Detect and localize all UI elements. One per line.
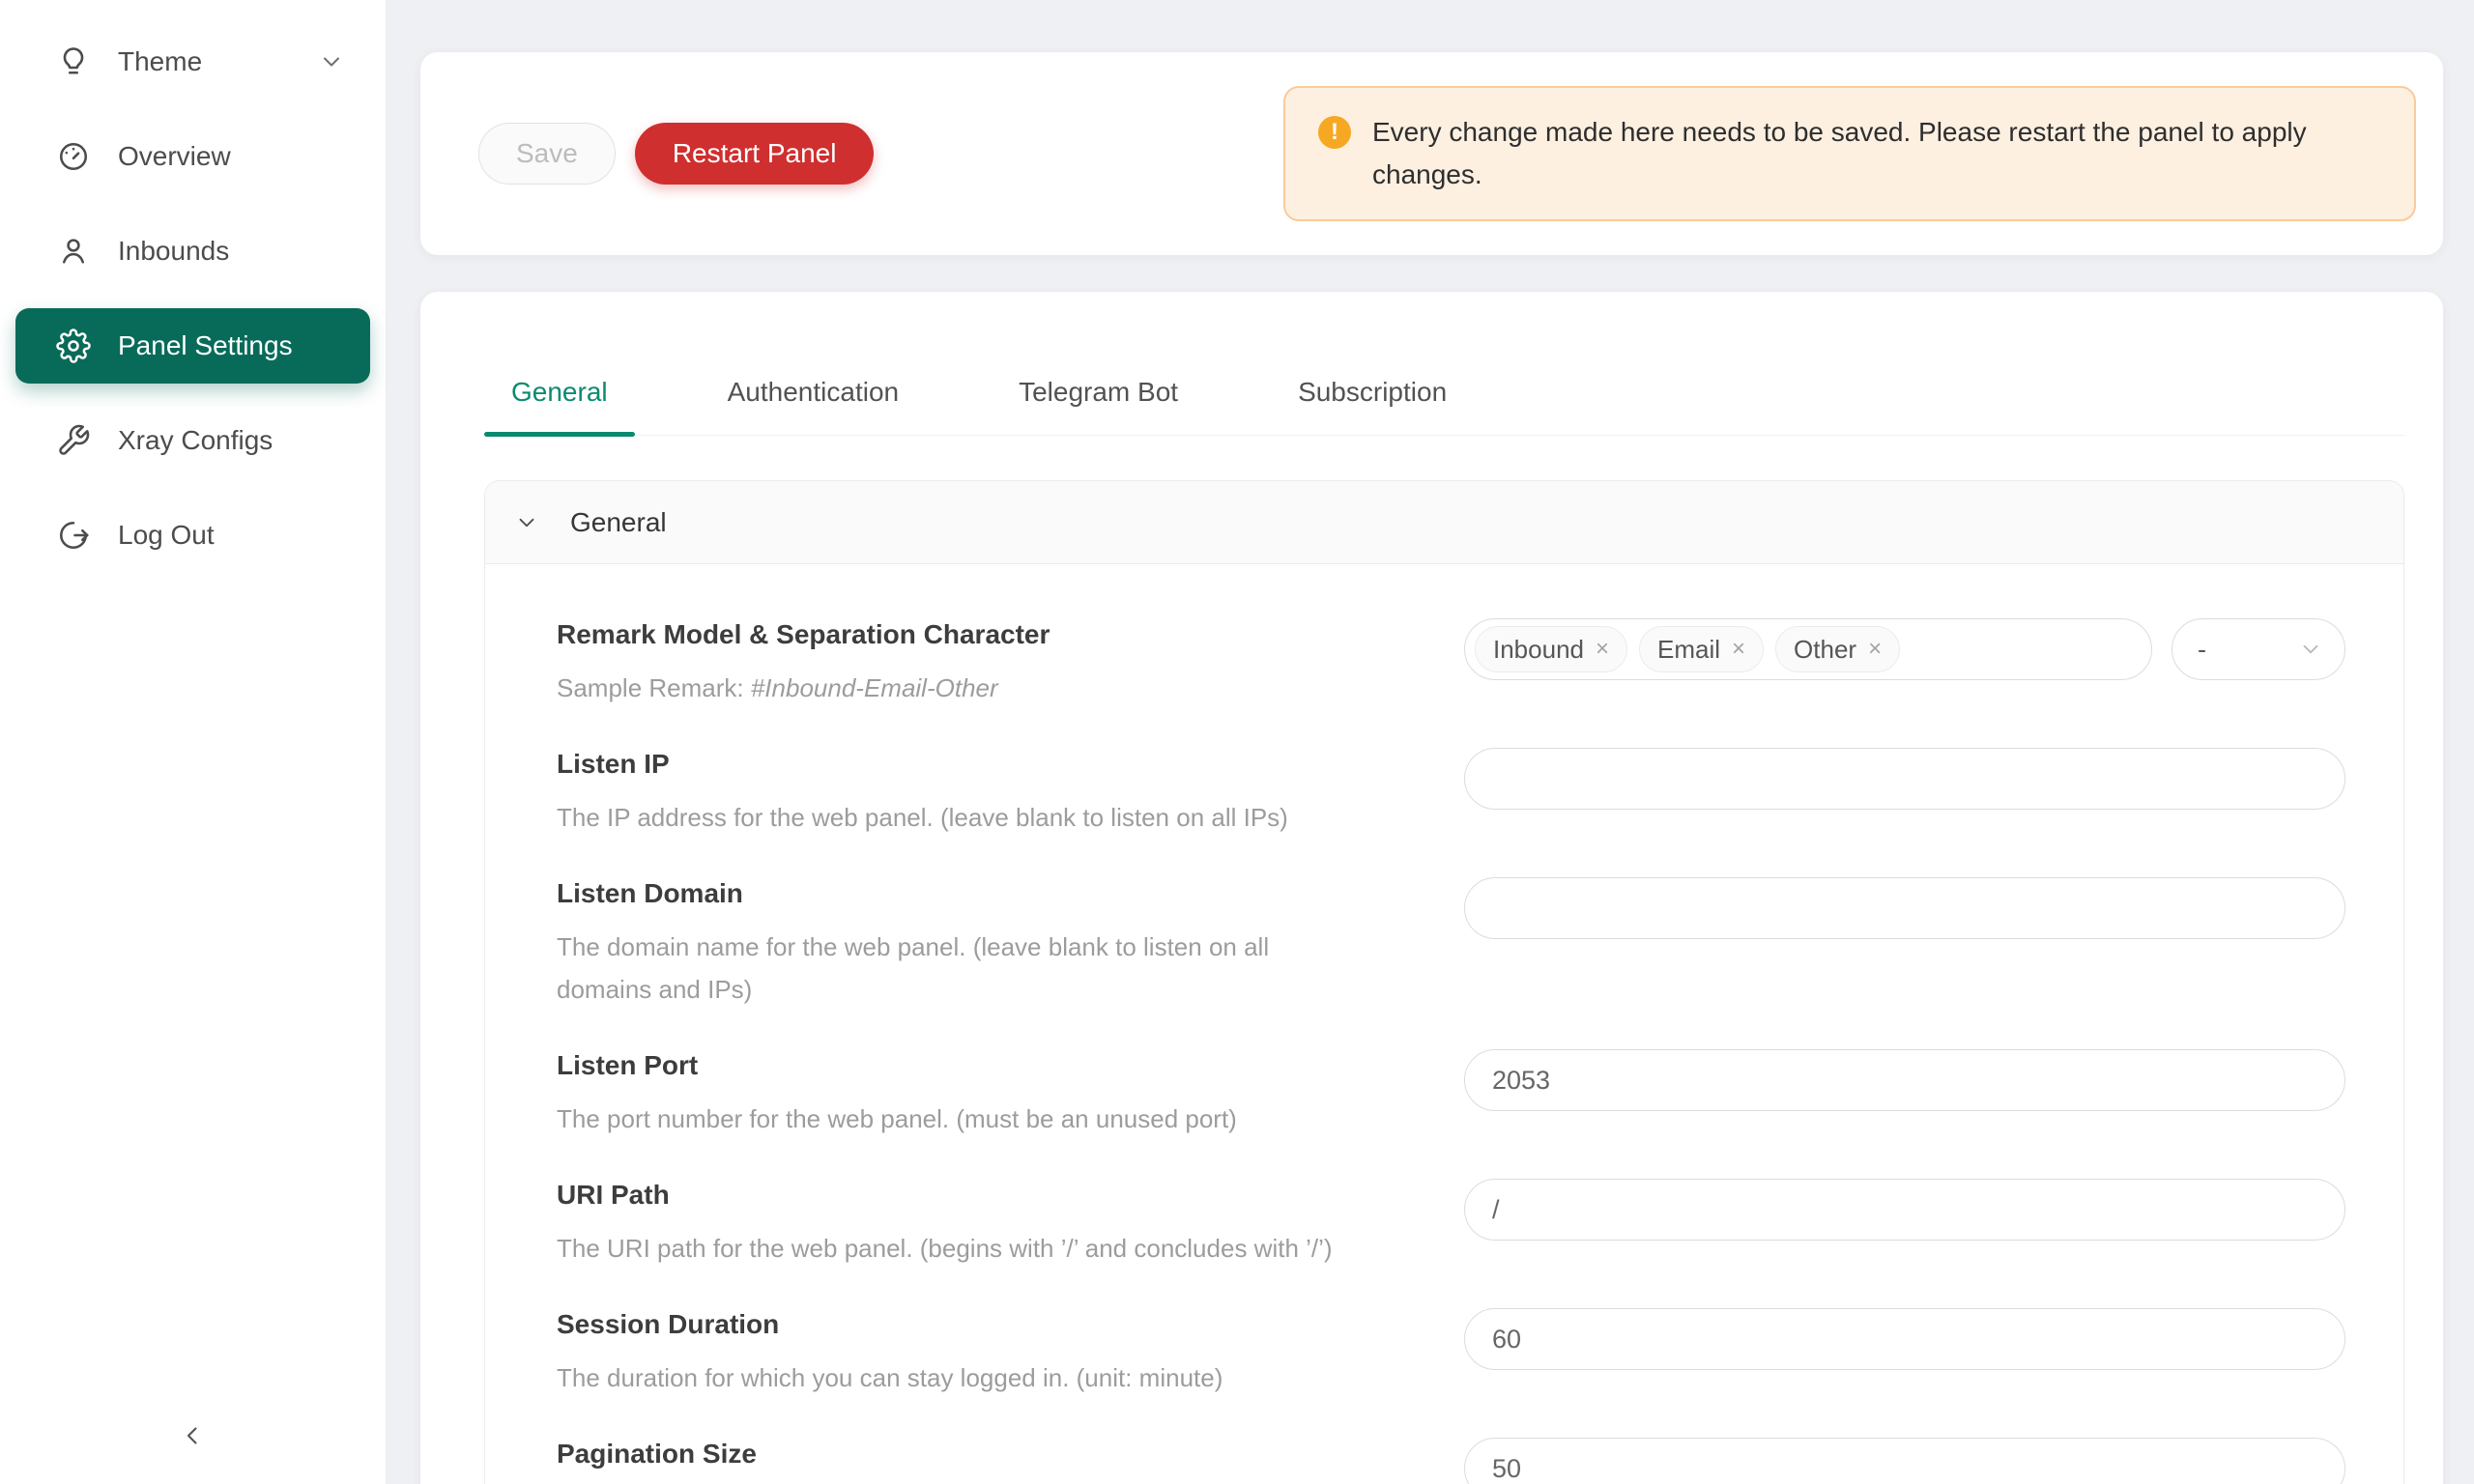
form-row-listen-ip: Listen IP The IP address for the web pan… xyxy=(557,748,2345,839)
dashboard-icon xyxy=(56,139,91,174)
chevron-down-icon xyxy=(2298,637,2323,662)
general-collapse-header[interactable]: General xyxy=(485,481,2403,564)
tab-label: General xyxy=(511,377,608,407)
tag-label: Other xyxy=(1794,635,1856,665)
main-content: Save Restart Panel Every change made her… xyxy=(388,0,2474,1484)
remark-tag-email: Email × xyxy=(1639,626,1764,672)
warning-alert-text: Every change made here needs to be saved… xyxy=(1372,111,2375,196)
field-description: The domain name for the web panel. (leav… xyxy=(557,926,1359,1011)
remark-tag-inbound: Inbound × xyxy=(1475,626,1627,672)
chevron-down-icon xyxy=(514,510,539,535)
session-duration-input[interactable] xyxy=(1464,1308,2345,1370)
field-description: The IP address for the web panel. (leave… xyxy=(557,796,1425,839)
separator-select[interactable]: - xyxy=(2172,618,2345,680)
form-row-uri-path: URI Path The URI path for the web panel.… xyxy=(557,1179,2345,1270)
tag-remove-icon[interactable]: × xyxy=(1732,638,1745,661)
tab-telegram-bot[interactable]: Telegram Bot xyxy=(992,377,1205,435)
sidebar-item-label: Panel Settings xyxy=(118,330,293,361)
tag-remove-icon[interactable]: × xyxy=(1596,638,1609,661)
field-label: Remark Model & Separation Character xyxy=(557,618,1425,651)
sidebar-collapse-button[interactable] xyxy=(172,1416,215,1459)
tab-general[interactable]: General xyxy=(484,377,635,435)
tag-remove-icon[interactable]: × xyxy=(1868,638,1882,661)
field-description: The duration for which you can stay logg… xyxy=(557,1356,1425,1399)
toolbar-card: Save Restart Panel Every change made her… xyxy=(420,52,2443,255)
sidebar-item-panel-settings[interactable]: Panel Settings xyxy=(15,308,370,384)
sample-remark-value: #Inbound-Email-Other xyxy=(751,673,998,702)
field-label: Listen IP xyxy=(557,748,1425,781)
tab-subscription[interactable]: Subscription xyxy=(1271,377,1474,435)
tab-label: Subscription xyxy=(1298,377,1447,407)
tab-authentication[interactable]: Authentication xyxy=(701,377,926,435)
remark-model-multiselect[interactable]: Inbound × Email × Other × xyxy=(1464,618,2152,680)
uri-path-input[interactable] xyxy=(1464,1179,2345,1241)
field-label: Session Duration xyxy=(557,1308,1425,1341)
warning-alert: Every change made here needs to be saved… xyxy=(1283,86,2416,221)
gear-icon xyxy=(56,328,91,363)
settings-card: General Authentication Telegram Bot Subs… xyxy=(420,292,2443,1484)
sidebar-item-label: Log Out xyxy=(118,520,215,551)
general-form: Remark Model & Separation Character Samp… xyxy=(485,564,2403,1484)
chevron-down-icon xyxy=(318,48,345,75)
field-label: Listen Port xyxy=(557,1049,1425,1082)
sidebar-item-label: Theme xyxy=(118,46,202,77)
section-title: General xyxy=(570,507,667,538)
sidebar-item-label: Xray Configs xyxy=(118,425,273,456)
general-collapse-panel: General Remark Model & Separation Charac… xyxy=(484,480,2404,1484)
form-row-session-duration: Session Duration The duration for which … xyxy=(557,1308,2345,1399)
user-icon xyxy=(56,234,91,269)
form-row-pagination-size: Pagination Size xyxy=(557,1438,2345,1484)
field-label: URI Path xyxy=(557,1179,1425,1212)
field-label: Pagination Size xyxy=(557,1438,1425,1470)
sidebar-item-log-out[interactable]: Log Out xyxy=(15,498,370,573)
bulb-icon xyxy=(56,44,91,79)
pagination-size-input[interactable] xyxy=(1464,1438,2345,1484)
sidebar-item-theme[interactable]: Theme xyxy=(15,24,370,100)
form-row-remark-model: Remark Model & Separation Character Samp… xyxy=(557,618,2345,709)
tab-bar: General Authentication Telegram Bot Subs… xyxy=(484,377,2404,436)
field-description: The URI path for the web panel. (begins … xyxy=(557,1227,1425,1270)
chevron-left-icon xyxy=(179,1421,208,1455)
save-button[interactable]: Save xyxy=(478,123,616,185)
tab-label: Telegram Bot xyxy=(1019,377,1178,407)
logout-icon xyxy=(56,518,91,553)
form-row-listen-domain: Listen Domain The domain name for the we… xyxy=(557,877,2345,1011)
tag-label: Email xyxy=(1657,635,1720,665)
field-description: Sample Remark: #Inbound-Email-Other xyxy=(557,667,1425,709)
form-row-listen-port: Listen Port The port number for the web … xyxy=(557,1049,2345,1140)
sidebar-item-overview[interactable]: Overview xyxy=(15,119,370,194)
sidebar-item-inbounds[interactable]: Inbounds xyxy=(15,214,370,289)
field-description: The port number for the web panel. (must… xyxy=(557,1098,1425,1140)
listen-domain-input[interactable] xyxy=(1464,877,2345,939)
wrench-icon xyxy=(56,423,91,458)
sidebar-item-label: Overview xyxy=(118,141,231,172)
sample-remark-prefix: Sample Remark: xyxy=(557,673,751,702)
exclamation-circle-icon xyxy=(1318,116,1351,149)
restart-panel-button[interactable]: Restart Panel xyxy=(635,123,875,185)
listen-port-input[interactable] xyxy=(1464,1049,2345,1111)
sidebar-nav: Theme Overview Inbounds Panel Settings X… xyxy=(0,0,386,573)
tag-label: Inbound xyxy=(1493,635,1584,665)
field-label: Listen Domain xyxy=(557,877,1425,910)
tab-label: Authentication xyxy=(728,377,899,407)
sidebar: Theme Overview Inbounds Panel Settings X… xyxy=(0,0,387,1484)
listen-ip-input[interactable] xyxy=(1464,748,2345,810)
sidebar-item-xray-configs[interactable]: Xray Configs xyxy=(15,403,370,478)
separator-select-value: - xyxy=(2198,635,2206,665)
remark-tag-other: Other × xyxy=(1775,626,1900,672)
sidebar-item-label: Inbounds xyxy=(118,236,229,267)
